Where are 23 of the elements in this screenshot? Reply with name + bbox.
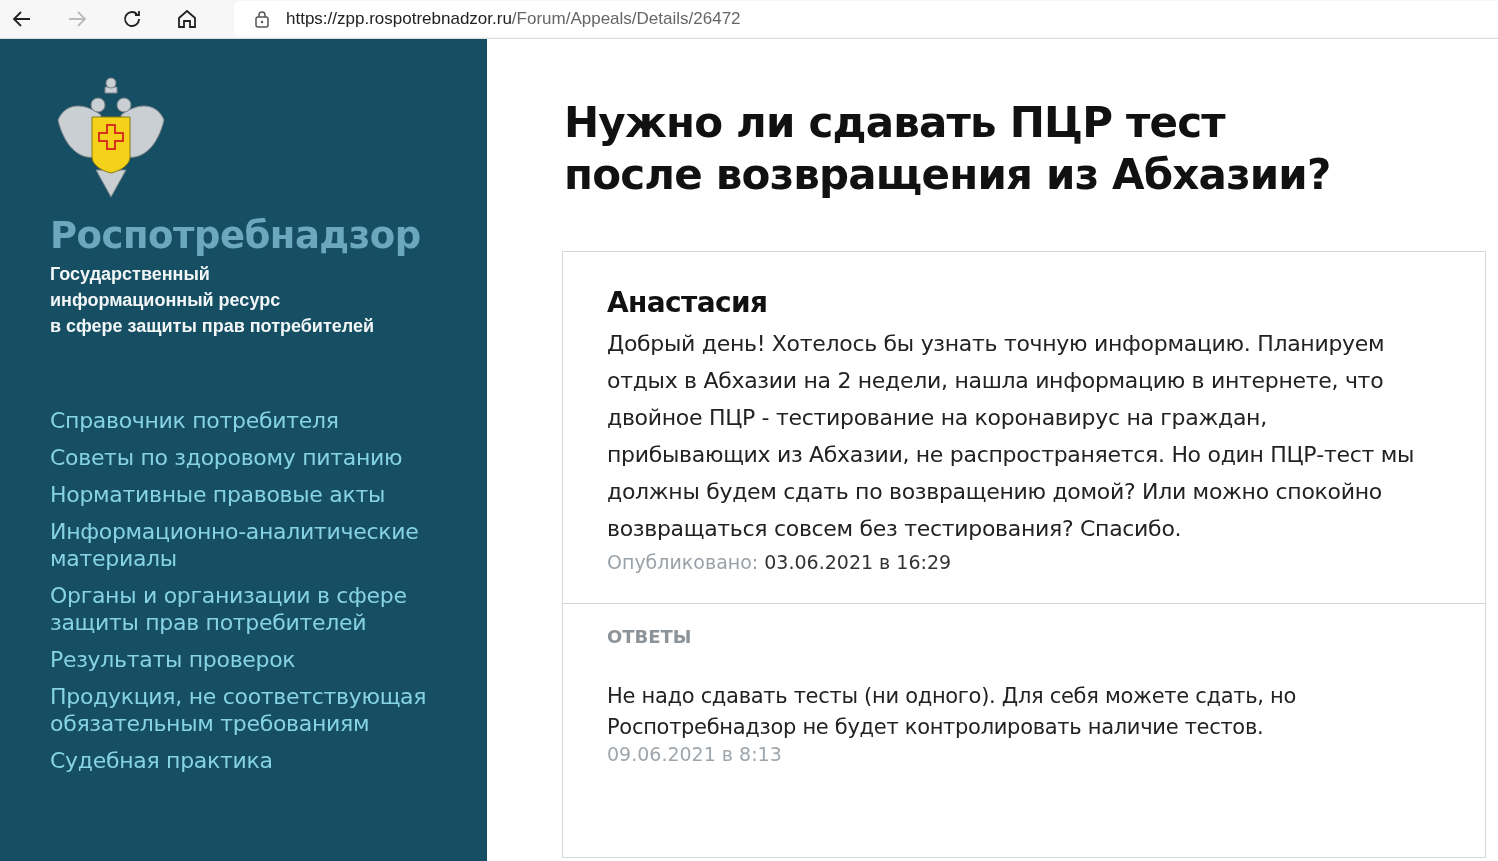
home-icon[interactable]	[175, 7, 199, 31]
nav-link[interactable]: Продукция, не соответствующая обязательным требованиям	[50, 683, 447, 737]
answers-heading: ОТВЕТЫ	[607, 626, 693, 647]
published-date: 03.06.2021 в 16:29	[764, 551, 952, 573]
url-text: https://zpp.rospotrebnadzor.ru/Forum/Appeals/Details/26472	[286, 9, 741, 29]
nav-link[interactable]: Органы и организации в сфере защиты прав потребителей	[50, 582, 447, 636]
published-label: Опубликовано:	[607, 551, 759, 573]
nav-link[interactable]: Справочник потребителя	[50, 407, 339, 434]
nav-link[interactable]: Информационно-аналитические материалы	[50, 518, 447, 572]
question-text: Добрый день! Хотелось бы узнать точную информацию. Планируем отдых в Абхазии на 2 недели, нашла информацию в интернете, что двойное ПЦР - тестирование на коронавирус на граждан, прибывающих из Абхазии, не распространяется. Но один ПЦР-тест мы должны будем сдать по возвращению домой? Или можно спокойно возвращаться совсем без тестирования? Спасибо.	[607, 330, 1416, 543]
answer-text: Не надо сдавать тесты (ни одного). Для себя можете сдать, но Роспотребнадзор не будет контролировать наличие тестов.	[607, 683, 1297, 741]
page-title: Нужно ли сдавать ПЦР тест после возвращения из Абхазии?	[564, 97, 1332, 201]
brand-name: Роспотребнадзор	[50, 214, 422, 257]
lock-icon	[254, 10, 270, 28]
eagle-emblem-icon	[56, 75, 166, 200]
nav-link[interactable]: Результаты проверок	[50, 646, 296, 673]
author-name: Анастасия	[607, 286, 769, 319]
answer-date: 09.06.2021 в 8:13	[607, 743, 783, 765]
nav-link[interactable]: Советы по здоровому питанию	[50, 444, 403, 471]
nav-link[interactable]: Судебная практика	[50, 747, 273, 774]
nav-link[interactable]: Нормативные правовые акты	[50, 481, 385, 508]
address-field[interactable]: https://zpp.rospotrebnadzor.ru/Forum/Appeals/Details/26472	[234, 1, 1498, 37]
brand-tagline: Государственный информационный ресурс в сфере защиты прав потребителей	[50, 263, 374, 338]
